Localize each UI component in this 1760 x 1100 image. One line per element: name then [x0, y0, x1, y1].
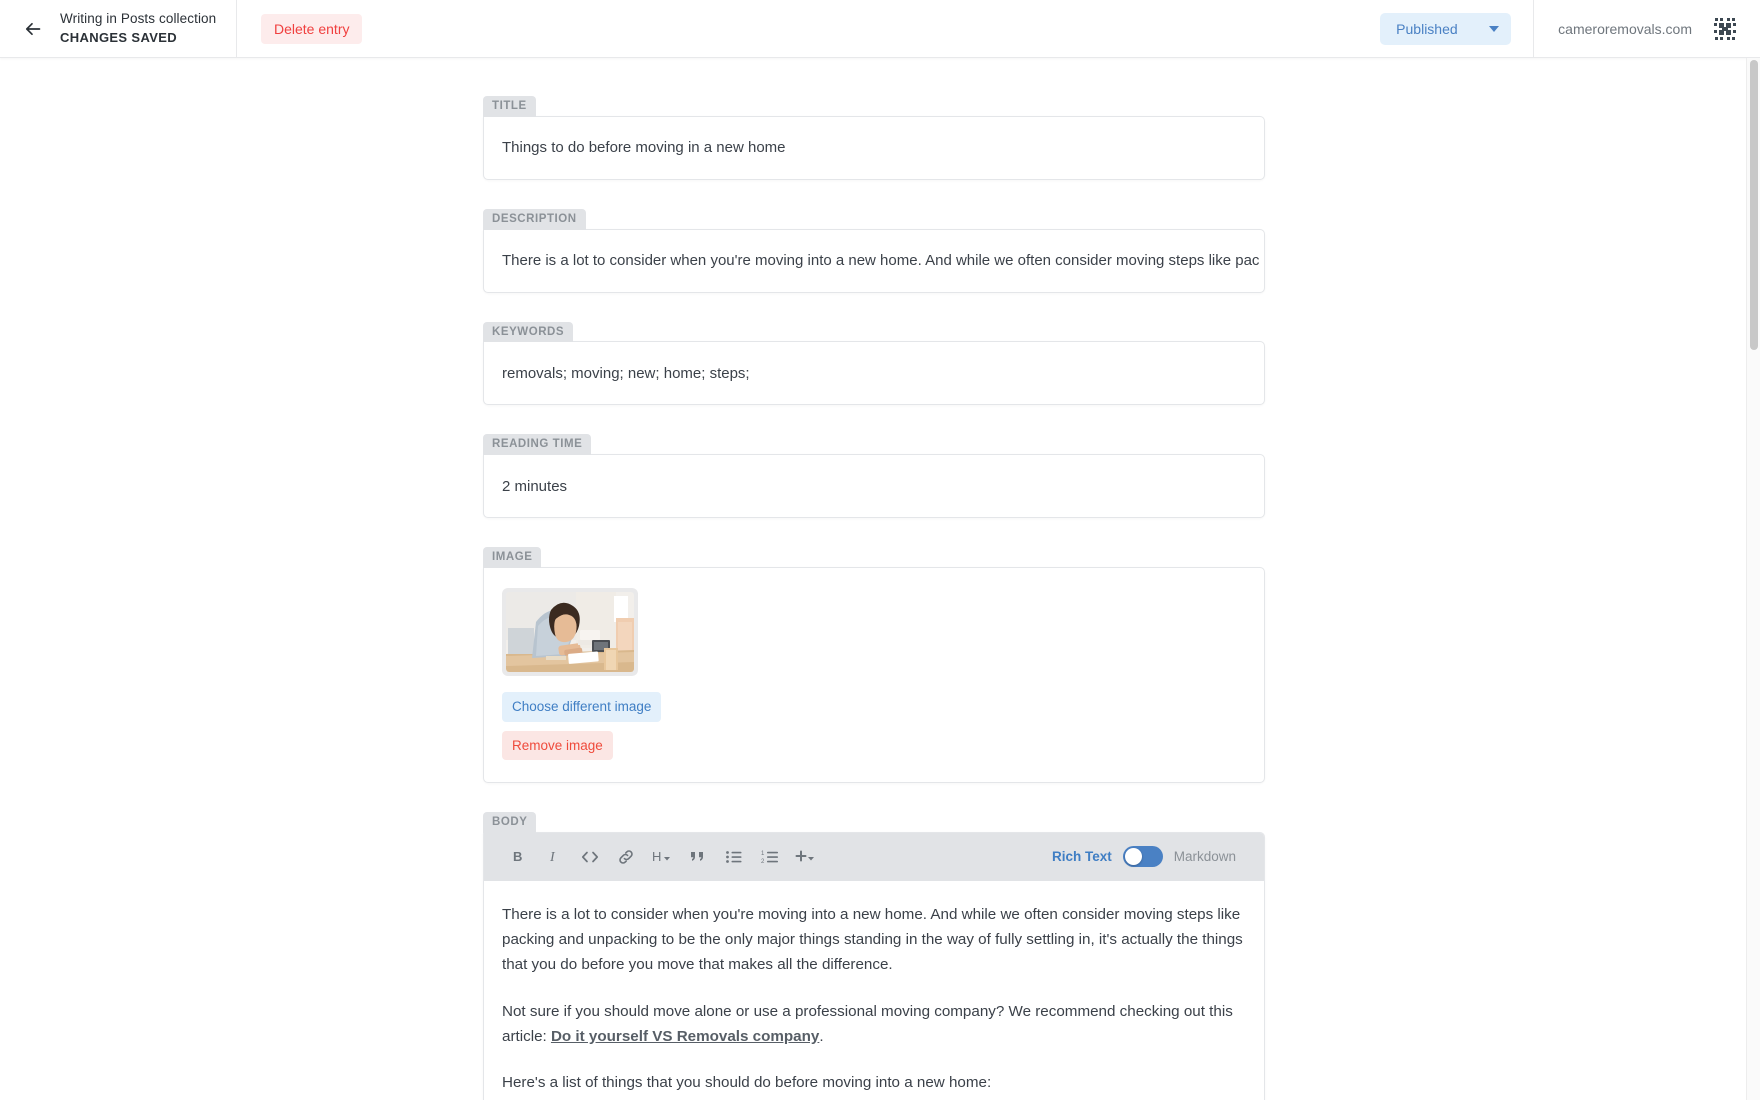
svg-text:B: B: [513, 849, 522, 864]
keywords-input[interactable]: removals; moving; new; home; steps;: [484, 342, 1264, 404]
choose-different-image-button[interactable]: Choose different image: [502, 691, 662, 722]
field-image: IMAGE Choose different image Remove imag…: [483, 547, 1265, 784]
heading-icon[interactable]: H: [646, 842, 678, 872]
numbered-list-icon[interactable]: 1 2: [754, 842, 786, 872]
italic-icon[interactable]: I: [538, 842, 570, 872]
svg-text:I: I: [549, 850, 556, 865]
page-scrollbar-thumb[interactable]: [1750, 60, 1758, 350]
code-icon[interactable]: [574, 842, 606, 872]
svg-text:2: 2: [761, 859, 765, 865]
rich-text-mode-label[interactable]: Rich Text: [1052, 849, 1112, 864]
field-reading-time-box: 2 minutes: [483, 454, 1265, 519]
bold-icon[interactable]: B: [502, 842, 534, 872]
breadcrumb-collection-label: Writing in Posts collection: [60, 10, 217, 26]
entry-editor-page: TITLE Things to do before moving in a ne…: [0, 58, 1760, 1100]
field-title: TITLE Things to do before moving in a ne…: [483, 96, 1265, 181]
body-paragraph: There is a lot to consider when you're m…: [502, 905, 1243, 973]
editor-toolbar: B I H 1 2 Rich Text Markdown: [484, 832, 1264, 881]
save-status-label: CHANGES SAVED: [60, 29, 177, 45]
site-domain-label: cameroremovals.com: [1558, 20, 1692, 37]
field-title-box: Things to do before moving in a new home: [483, 115, 1265, 180]
field-image-label: IMAGE: [483, 547, 542, 568]
field-description-box: There is a lot to consider when you're m…: [483, 228, 1265, 293]
header-actions: Delete entry: [237, 0, 1380, 57]
body-paragraph: Not sure if you should move alone or use…: [502, 1000, 1246, 1050]
add-icon[interactable]: [790, 842, 822, 872]
field-description-label: DESCRIPTION: [483, 208, 586, 230]
identicon-avatar[interactable]: [1710, 13, 1740, 44]
markdown-mode-label[interactable]: Markdown: [1174, 849, 1236, 864]
page-scroll-area: TITLE Things to do before moving in a ne…: [0, 58, 1760, 1100]
header-breadcrumb-area: Writing in Posts collection CHANGES SAVE…: [0, 0, 237, 57]
account-area: cameroremovals.com: [1533, 0, 1760, 57]
breadcrumb: Writing in Posts collection CHANGES SAVE…: [60, 11, 216, 46]
publish-status-label: Published: [1396, 20, 1458, 37]
field-reading-time: READING TIME 2 minutes: [483, 434, 1265, 519]
bullet-list-icon[interactable]: [718, 842, 750, 872]
body-inline-link[interactable]: Do it yourself VS Removals company: [551, 1028, 819, 1045]
chevron-down-icon: [1489, 25, 1500, 32]
header-right-area: Published cameroremovals.com: [1380, 0, 1760, 57]
publish-status-select[interactable]: Published: [1380, 12, 1512, 45]
svg-text:1: 1: [761, 851, 765, 857]
image-actions: Choose different image Remove image: [502, 691, 1246, 761]
field-keywords-box: removals; moving; new; home; steps;: [483, 341, 1265, 406]
switch-knob: [1124, 848, 1142, 866]
field-body: BODY B I H 1 2 Rich Text Markdown There …: [483, 812, 1265, 1100]
editor-format-buttons: B I H 1 2: [502, 842, 822, 872]
field-image-box: Choose different image Remove image: [483, 566, 1265, 784]
title-input[interactable]: Things to do before moving in a new home: [484, 117, 1264, 179]
body-editor-content[interactable]: There is a lot to consider when you're m…: [484, 881, 1264, 1100]
top-bar: Writing in Posts collection CHANGES SAVE…: [0, 0, 1760, 58]
quote-icon[interactable]: [682, 842, 714, 872]
back-button[interactable]: [20, 16, 46, 42]
editor-mode-toggle: Rich Text Markdown: [1052, 846, 1246, 868]
reading-time-input[interactable]: 2 minutes: [484, 455, 1264, 517]
field-description: DESCRIPTION There is a lot to consider w…: [483, 208, 1265, 294]
image-thumbnail[interactable]: [502, 587, 638, 676]
field-keywords-label: KEYWORDS: [483, 321, 574, 343]
entry-form: TITLE Things to do before moving in a ne…: [483, 96, 1265, 1100]
field-reading-time-label: READING TIME: [483, 434, 592, 456]
description-input[interactable]: There is a lot to consider when you're m…: [484, 230, 1264, 292]
body-text-after-link: .: [819, 1027, 824, 1045]
field-keywords: KEYWORDS removals; moving; new; home; st…: [483, 321, 1265, 407]
rich-text-editor: B I H 1 2 Rich Text Markdown There is a …: [483, 831, 1265, 1100]
field-title-label: TITLE: [483, 96, 536, 117]
editor-mode-switch[interactable]: [1122, 846, 1163, 868]
body-paragraph: Here's a list of things that you should …: [502, 1074, 992, 1092]
remove-image-button[interactable]: Remove image: [502, 730, 613, 761]
page-scrollbar-track[interactable]: [1746, 58, 1760, 1100]
field-body-label: BODY: [483, 812, 537, 833]
link-icon[interactable]: [610, 842, 642, 872]
svg-text:H: H: [652, 849, 661, 864]
delete-entry-button[interactable]: Delete entry: [261, 13, 363, 44]
